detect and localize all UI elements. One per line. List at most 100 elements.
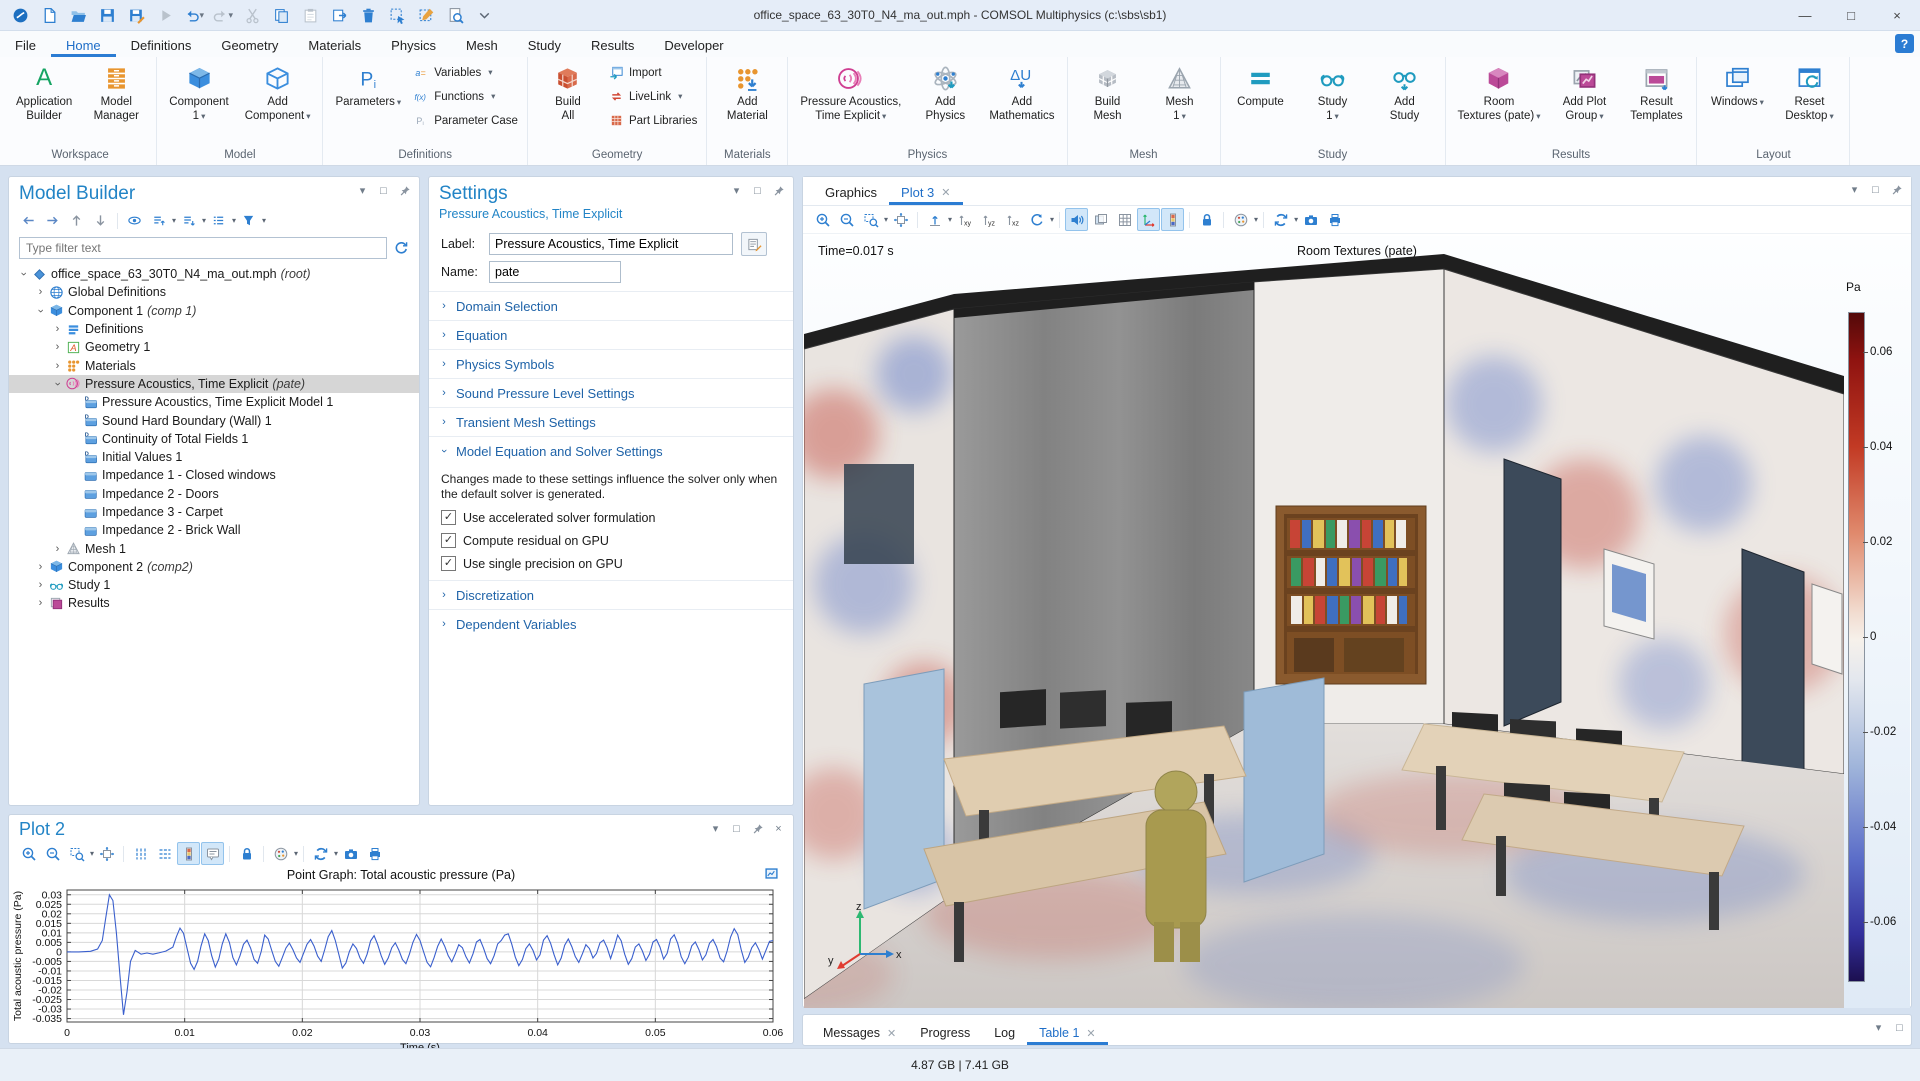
tree-expander-icon[interactable]: › [51, 360, 64, 372]
panel-menu-icon[interactable]: ▾ [356, 184, 369, 197]
find-button[interactable] [445, 4, 465, 26]
tree-filter-input[interactable] [19, 237, 387, 259]
close-button[interactable]: × [1874, 0, 1920, 30]
settings-section-discretization[interactable]: › Discretization [429, 580, 793, 609]
label-field[interactable] [489, 233, 733, 255]
tree-expander-icon[interactable]: › [34, 597, 47, 609]
save-as-button[interactable] [126, 4, 146, 26]
menu-tab-definitions[interactable]: Definitions [116, 35, 207, 57]
view-yz-button[interactable]: yz [977, 208, 1000, 231]
checkbox-compute-residual-on-gpu[interactable]: ✓ Compute residual on GPU [429, 529, 793, 552]
menu-tab-geometry[interactable]: Geometry [206, 35, 293, 57]
settings-section-sound-pressure-level-settings[interactable]: › Sound Pressure Level Settings [429, 378, 793, 407]
checkbox-use-single-precision-on-gpu[interactable]: ✓ Use single precision on GPU [429, 552, 793, 575]
colorbar-ic-button[interactable] [1161, 208, 1185, 231]
menu-tab-materials[interactable]: Materials [293, 35, 376, 57]
tree-item-pressure-acoustics-time-explicit[interactable]: › Pressure Acoustics, Time Explicit (pate) [9, 374, 419, 394]
zoom-box-button[interactable] [65, 842, 88, 865]
settings-section-model-equation-and-solver-settings[interactable]: › Model Equation and Solver Settings [429, 436, 793, 465]
help-icon[interactable]: ? [1895, 34, 1914, 53]
arrow-right-button[interactable] [41, 209, 64, 232]
tree-item-sound-hard-boundary-wall-1[interactable]: D Sound Hard Boundary (Wall) 1 [9, 411, 419, 429]
goto-view-button[interactable] [923, 208, 946, 231]
zoom-out-button[interactable] [41, 842, 64, 865]
ribbon-button-application-builder[interactable]: A Application Builder [9, 60, 79, 123]
duplicate-button[interactable] [329, 4, 349, 26]
tree-item-global-definitions[interactable]: › Global Definitions [9, 283, 419, 301]
ribbon-button-add-plot-group[interactable]: Add Plot Group ▾ [1549, 60, 1619, 123]
tree-item-component-2[interactable]: › Component 2 (comp2) [9, 558, 419, 576]
checkbox-icon[interactable]: ✓ [441, 533, 456, 548]
graphics-tab-graphics[interactable]: Graphics [813, 181, 889, 205]
tree-expander-icon[interactable]: › [52, 377, 64, 390]
ribbon-button-add-physics[interactable]: Add Physics [910, 60, 980, 123]
graphics-canvas[interactable]: Time=0.017 s Room Textures (pate) Pa 0.0… [804, 236, 1910, 1008]
ribbon-button-add-study[interactable]: Add Study [1370, 60, 1440, 123]
rotate-button[interactable] [1025, 208, 1048, 231]
plot-window-icon[interactable] [764, 866, 779, 881]
float-panel-icon[interactable]: □ [751, 184, 764, 197]
close-tab-icon[interactable]: ✕ [887, 1027, 896, 1040]
ribbon-button-windows[interactable]: Windows ▾ [1702, 60, 1772, 110]
menu-tab-home[interactable]: Home [50, 35, 116, 57]
filter-button[interactable] [237, 209, 260, 232]
settings-section-domain-selection[interactable]: › Domain Selection [429, 291, 793, 320]
tree-expander-icon[interactable]: › [51, 341, 64, 353]
sound-button[interactable] [1065, 208, 1089, 231]
print-button[interactable] [1323, 208, 1346, 231]
tree-expander-icon[interactable]: › [51, 323, 64, 335]
name-field[interactable] [489, 261, 621, 283]
ribbon-button-pressure-acoustics-time-explicit[interactable]: Pressure Acoustics, Time Explicit ▾ [793, 60, 908, 123]
arrow-down-button[interactable] [89, 209, 112, 232]
settings-section-physics-symbols[interactable]: › Physics Symbols [429, 349, 793, 378]
arrow-left-button[interactable] [17, 209, 40, 232]
copy-button[interactable] [271, 4, 291, 26]
arrow-up-button[interactable] [65, 209, 88, 232]
panel-menu-icon[interactable]: ▾ [709, 822, 722, 835]
pin-panel-icon[interactable] [398, 184, 411, 197]
transparency-button[interactable] [1089, 208, 1112, 231]
refresh2-button[interactable] [1269, 208, 1292, 231]
close-panel-icon[interactable]: × [772, 822, 785, 835]
ribbon-button-parameter-case[interactable]: Pi Parameter Case [414, 111, 518, 130]
ribbon-button-parameters[interactable]: Pi Parameters ▾ [328, 60, 408, 110]
tree-expander-icon[interactable]: › [18, 268, 30, 281]
paste-button[interactable] [300, 4, 320, 26]
panel-menu-icon[interactable]: ▾ [1872, 1021, 1885, 1034]
zoom-in-button[interactable] [811, 208, 834, 231]
menu-tab-physics[interactable]: Physics [376, 35, 451, 57]
palette-button[interactable] [1229, 208, 1252, 231]
redo-button[interactable]: ▾ [213, 4, 233, 26]
tree-item-office-space-63-30t0-n4-ma-out-mph[interactable]: › office_space_63_30T0_N4_ma_out.mph (root… [9, 265, 419, 283]
menu-tab-developer[interactable]: Developer [649, 35, 738, 57]
tree-item-component-1[interactable]: › Component 1 (comp 1) [9, 302, 419, 320]
zoom-out-button[interactable] [835, 208, 858, 231]
checkbox-icon[interactable]: ✓ [441, 510, 456, 525]
grid3-button[interactable] [1113, 208, 1136, 231]
axes-ind-button[interactable] [1137, 208, 1161, 231]
save-button[interactable] [97, 4, 117, 26]
view-xz-button[interactable]: xz [1001, 208, 1024, 231]
tree-item-definitions[interactable]: › Definitions [9, 320, 419, 338]
menu-tab-results[interactable]: Results [576, 35, 649, 57]
panel-menu-icon[interactable]: ▾ [730, 184, 743, 197]
close-tab-icon[interactable]: ✕ [941, 186, 950, 199]
dock-tab-progress[interactable]: Progress [908, 1022, 982, 1045]
expand-all-button[interactable] [147, 209, 170, 232]
ribbon-button-add-material[interactable]: Add Material [712, 60, 782, 123]
zoom-box-button[interactable] [859, 208, 882, 231]
annotation-button[interactable] [201, 842, 225, 865]
delete-button[interactable] [358, 4, 378, 26]
settings-section-transient-mesh-settings[interactable]: › Transient Mesh Settings [429, 407, 793, 436]
float-panel-icon[interactable]: □ [1869, 183, 1882, 196]
pin-panel-icon[interactable] [751, 822, 764, 835]
x-grid-button[interactable] [129, 842, 152, 865]
ribbon-button-reset-desktop[interactable]: Reset Desktop ▾ [1774, 60, 1844, 123]
app-logo-button[interactable] [10, 4, 30, 26]
tree-expander-icon[interactable]: › [35, 304, 47, 317]
menu-tab-file[interactable]: File [0, 35, 51, 57]
tree-expander-icon[interactable]: › [34, 561, 47, 573]
ribbon-button-study-1[interactable]: Study 1 ▾ [1298, 60, 1368, 123]
minimize-button[interactable]: — [1782, 0, 1828, 30]
lock-button[interactable] [1195, 208, 1218, 231]
